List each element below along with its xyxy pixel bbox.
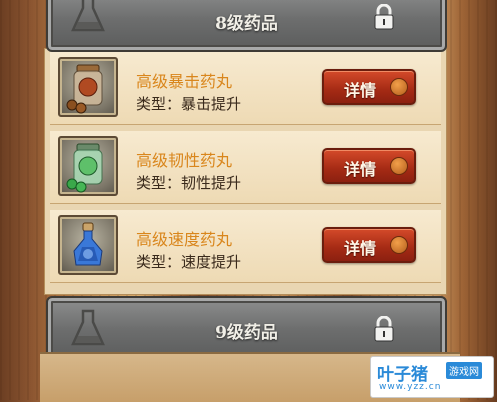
watermark-tag: 游戏网: [446, 362, 482, 379]
category-header-8[interactable]: 8级药品: [46, 0, 447, 52]
item-name: 高级速度药丸: [136, 230, 233, 249]
item-name: 高级韧性药丸: [136, 151, 233, 170]
item-type: 类型：速度提升: [136, 253, 242, 271]
button-knob-icon: [390, 236, 408, 254]
watermark-url: www.yzz.cn: [379, 382, 442, 392]
detail-button[interactable]: 详情: [322, 69, 416, 105]
medicine-list-panel: 高级暴击药丸 类型：暴击提升 详情 高级韧性药丸 类型：韧性提升 详情 高级速度…: [44, 48, 447, 295]
item-name: 高级暴击药丸: [136, 72, 233, 91]
button-knob-icon: [390, 78, 408, 96]
button-knob-icon: [390, 157, 408, 175]
green-pill-jar-icon: [58, 136, 118, 196]
detail-button[interactable]: 详情: [322, 148, 416, 184]
list-item: 高级速度药丸 类型：速度提升 详情: [50, 210, 441, 283]
detail-button[interactable]: 详情: [322, 227, 416, 263]
list-item: 高级韧性药丸 类型：韧性提升 详情: [50, 131, 441, 204]
lock-icon: [374, 316, 394, 342]
blue-potion-bottle-icon: [58, 215, 118, 275]
detail-button-label: 详情: [343, 160, 376, 179]
lock-icon: [374, 4, 394, 30]
item-type: 类型：暴击提升: [136, 95, 242, 113]
detail-button-label: 详情: [343, 239, 376, 258]
watermark-logo: 叶子猪 游戏网 www.yzz.cn: [370, 356, 494, 398]
item-type: 类型：韧性提升: [136, 174, 242, 192]
list-item: 高级暴击药丸 类型：暴击提升 详情: [50, 52, 441, 125]
brown-pill-jar-icon: [58, 57, 118, 117]
detail-button-label: 详情: [343, 81, 376, 100]
